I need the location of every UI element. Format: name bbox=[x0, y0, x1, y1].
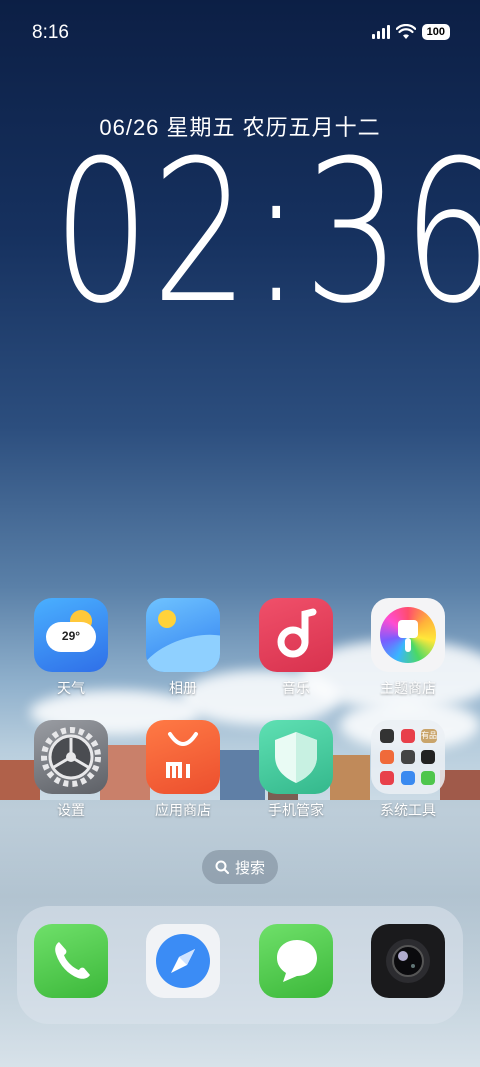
gallery-icon bbox=[146, 598, 220, 672]
app-label: 设置 bbox=[57, 802, 85, 818]
app-label: 应用商店 bbox=[155, 802, 211, 818]
weather-temp: 29° bbox=[61, 629, 81, 643]
app-store[interactable]: 应用商店 bbox=[138, 720, 228, 820]
app-label: 手机管家 bbox=[268, 802, 324, 818]
app-label: 主题商店 bbox=[380, 680, 436, 696]
app-security[interactable]: 手机管家 bbox=[251, 720, 341, 820]
phone-icon[interactable] bbox=[34, 924, 108, 998]
app-settings[interactable]: 设置 bbox=[26, 720, 116, 820]
status-time: 8:16 bbox=[32, 22, 69, 43]
app-gallery[interactable]: 相册 bbox=[138, 598, 228, 698]
themes-icon bbox=[371, 598, 445, 672]
app-label: 系统工具 bbox=[380, 802, 436, 818]
signal-icon bbox=[371, 25, 390, 39]
messages-icon[interactable] bbox=[259, 924, 333, 998]
search-icon bbox=[215, 860, 229, 874]
security-icon bbox=[259, 720, 333, 794]
app-label: 音乐 bbox=[282, 680, 310, 696]
app-store-icon bbox=[146, 720, 220, 794]
app-music[interactable]: 音乐 bbox=[251, 598, 341, 698]
app-folder-tools[interactable]: 有品 系统工具 bbox=[363, 720, 453, 820]
battery-indicator: 100 bbox=[421, 24, 450, 40]
app-weather[interactable]: 29° 天气 bbox=[26, 598, 116, 698]
wifi-icon bbox=[395, 24, 416, 39]
search-button[interactable]: 搜索 bbox=[202, 850, 278, 884]
weather-icon: 29° bbox=[34, 598, 108, 672]
browser-icon[interactable] bbox=[146, 924, 220, 998]
search-label: 搜索 bbox=[234, 859, 265, 877]
app-label: 天气 bbox=[57, 680, 85, 696]
app-themes[interactable]: 主题商店 bbox=[363, 598, 453, 698]
music-icon bbox=[259, 598, 333, 672]
settings-icon bbox=[34, 720, 108, 794]
status-bar: 8:16 100 bbox=[0, 0, 480, 68]
folder-badge: 有品 bbox=[421, 729, 437, 743]
camera-icon[interactable] bbox=[371, 924, 445, 998]
clock-widget[interactable]: 02:36 bbox=[53, 128, 480, 338]
dock bbox=[17, 906, 463, 1024]
tools-folder-icon: 有品 bbox=[371, 720, 445, 794]
app-label: 相册 bbox=[169, 680, 197, 696]
